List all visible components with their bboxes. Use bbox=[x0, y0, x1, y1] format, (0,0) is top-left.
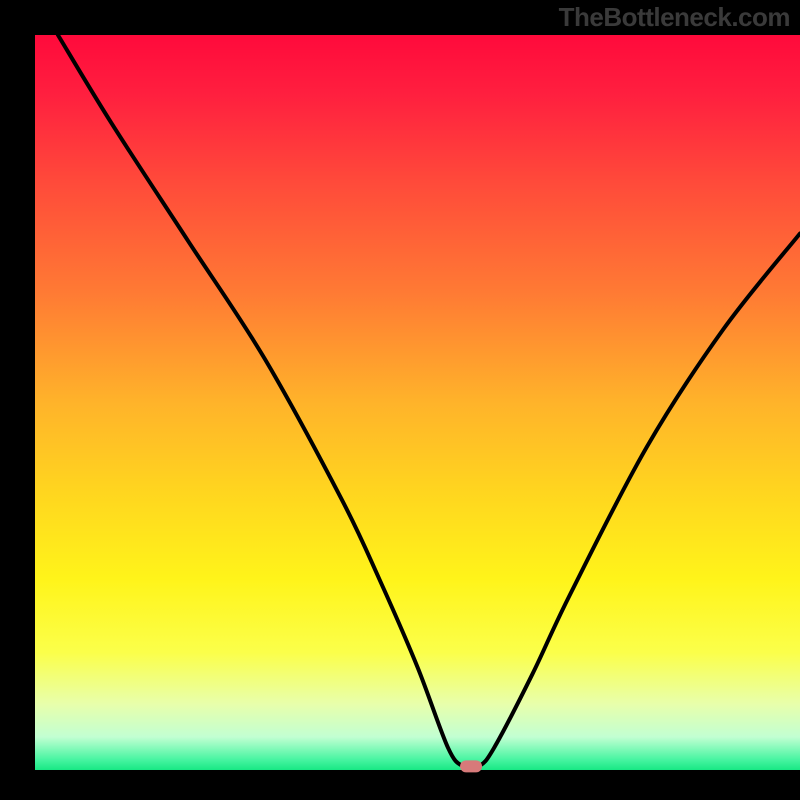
bottleneck-chart: TheBottleneck.com bbox=[0, 0, 800, 800]
chart-canvas bbox=[0, 0, 800, 800]
watermark-text: TheBottleneck.com bbox=[559, 2, 790, 33]
plot-area bbox=[35, 35, 800, 770]
optimum-marker bbox=[460, 760, 482, 772]
